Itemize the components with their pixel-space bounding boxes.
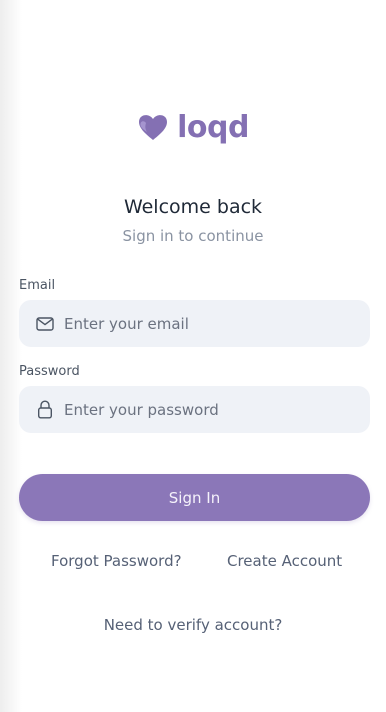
password-input[interactable] <box>64 400 344 419</box>
brand-logo: loqd <box>0 112 386 144</box>
heart-logo-icon <box>139 115 168 140</box>
create-account-link[interactable]: Create Account <box>227 551 342 571</box>
password-field[interactable] <box>19 386 370 433</box>
brand-name: loqd <box>177 110 249 145</box>
email-input[interactable] <box>64 314 344 333</box>
page-subtitle: Sign in to continue <box>122 227 264 245</box>
left-edge-shadow <box>0 0 22 712</box>
email-label: Email <box>19 278 56 293</box>
mail-icon <box>35 314 55 334</box>
password-label: Password <box>19 364 80 379</box>
forgot-password-link[interactable]: Forgot Password? <box>51 551 182 571</box>
verify-account-link[interactable]: Need to verify account? <box>0 615 386 635</box>
lock-icon <box>35 400 55 420</box>
sign-in-button[interactable]: Sign In <box>19 474 370 521</box>
email-field[interactable] <box>19 300 370 347</box>
page-title: Welcome back <box>123 196 263 218</box>
